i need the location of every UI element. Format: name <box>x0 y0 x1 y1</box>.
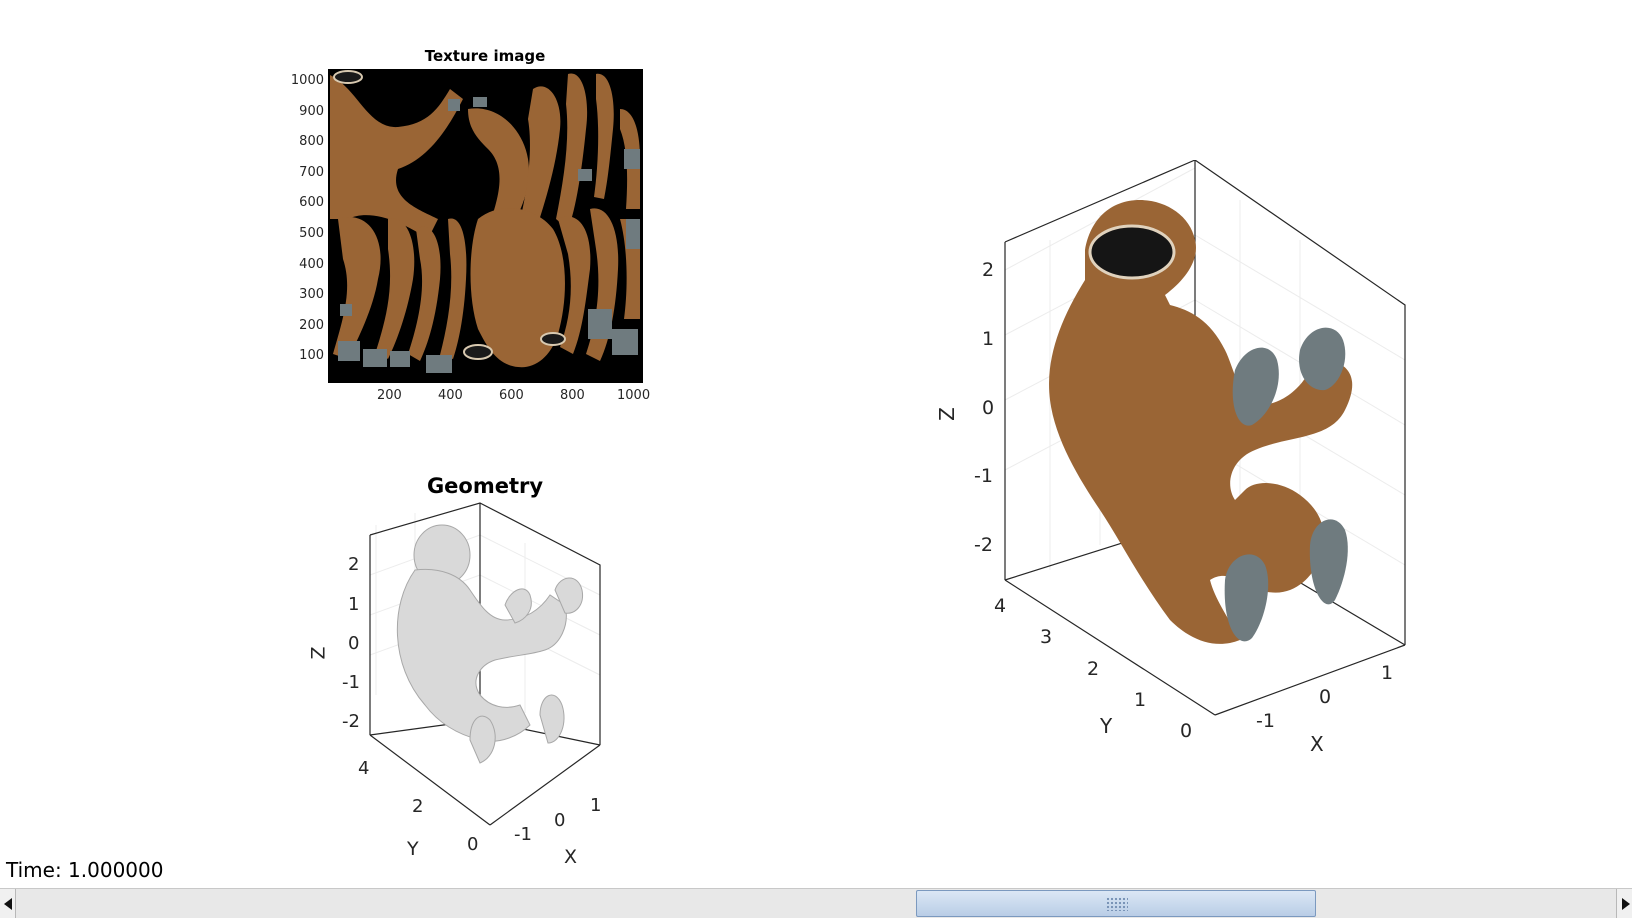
texture-ytick: 500 <box>299 225 324 241</box>
geometry-xlabel: X <box>564 846 578 868</box>
textured-ztick: -1 <box>974 465 993 487</box>
textured-ztick: -2 <box>974 534 993 556</box>
textured-ztick: 2 <box>982 259 995 281</box>
textured-xtick: 0 <box>1319 686 1332 708</box>
geometry-ztick: -1 <box>342 672 360 693</box>
texture-ytick: 200 <box>299 317 324 333</box>
geometry-xtick: 1 <box>590 795 602 816</box>
textured-xtick: 1 <box>1381 662 1394 684</box>
scroll-left-button[interactable] <box>0 889 16 918</box>
textured-ztick: 1 <box>982 328 995 350</box>
textured-zlabel: Z <box>934 407 959 421</box>
geometry-ztick: 0 <box>348 633 360 654</box>
texture-xtick: 400 <box>438 388 463 403</box>
texture-ytick: 800 <box>299 134 324 150</box>
textured-axes <box>1004 160 1406 716</box>
textured-xlabel: X <box>1310 732 1324 756</box>
geometry-xtick: 0 <box>554 810 566 831</box>
texture-ytick: 700 <box>299 164 324 180</box>
texture-xtick: 1000 <box>617 388 651 403</box>
geometry-axes <box>369 502 601 826</box>
geometry-ztick: 2 <box>348 554 360 575</box>
textured-ylabel: Y <box>1100 714 1113 738</box>
time-scrollbar[interactable] <box>0 888 1632 918</box>
texture-xtick: 800 <box>560 388 585 403</box>
textured-ytick: 1 <box>1134 689 1147 711</box>
geometry-ytick: 2 <box>412 796 424 817</box>
geometry-ylabel: Y <box>407 838 419 860</box>
arrow-left-icon <box>4 898 12 910</box>
texture-ytick: 900 <box>299 103 324 119</box>
geometry-ytick: 0 <box>467 834 479 855</box>
texture-axes <box>328 69 643 383</box>
textured-ztick: 0 <box>982 397 995 419</box>
textured-ytick: 4 <box>994 595 1007 617</box>
textured-ytick: 0 <box>1180 720 1193 742</box>
textured-ytick: 2 <box>1087 658 1100 680</box>
texture-ytick: 1000 <box>290 73 324 88</box>
scroll-right-button[interactable] <box>1616 889 1632 918</box>
texture-image <box>328 69 643 383</box>
textured-ytick: 3 <box>1040 626 1053 648</box>
texture-yticks: 1000 900 800 700 600 500 400 300 200 100 <box>270 66 324 372</box>
textured-xtick: -1 <box>1256 710 1275 732</box>
texture-panel-title: Texture image <box>424 47 546 65</box>
texture-ytick: 300 <box>299 287 324 303</box>
textured-surface <box>1049 200 1353 644</box>
scrollbar-thumb[interactable] <box>916 890 1316 917</box>
geometry-zlabel: Z <box>307 646 330 660</box>
texture-xtick: 200 <box>377 388 402 403</box>
geometry-ytick: 4 <box>358 758 370 779</box>
texture-ytick: 600 <box>299 195 324 211</box>
geometry-ztick: -2 <box>342 711 360 732</box>
time-label: Time: 1.000000 <box>6 858 164 882</box>
texture-ytick: 400 <box>299 256 324 272</box>
arrow-right-icon <box>1622 898 1630 910</box>
texture-xtick: 600 <box>499 388 524 403</box>
geometry-xtick: -1 <box>514 824 532 845</box>
geometry-ztick: 1 <box>348 594 360 615</box>
grip-icon <box>1106 897 1128 911</box>
texture-ytick: 100 <box>299 348 324 364</box>
